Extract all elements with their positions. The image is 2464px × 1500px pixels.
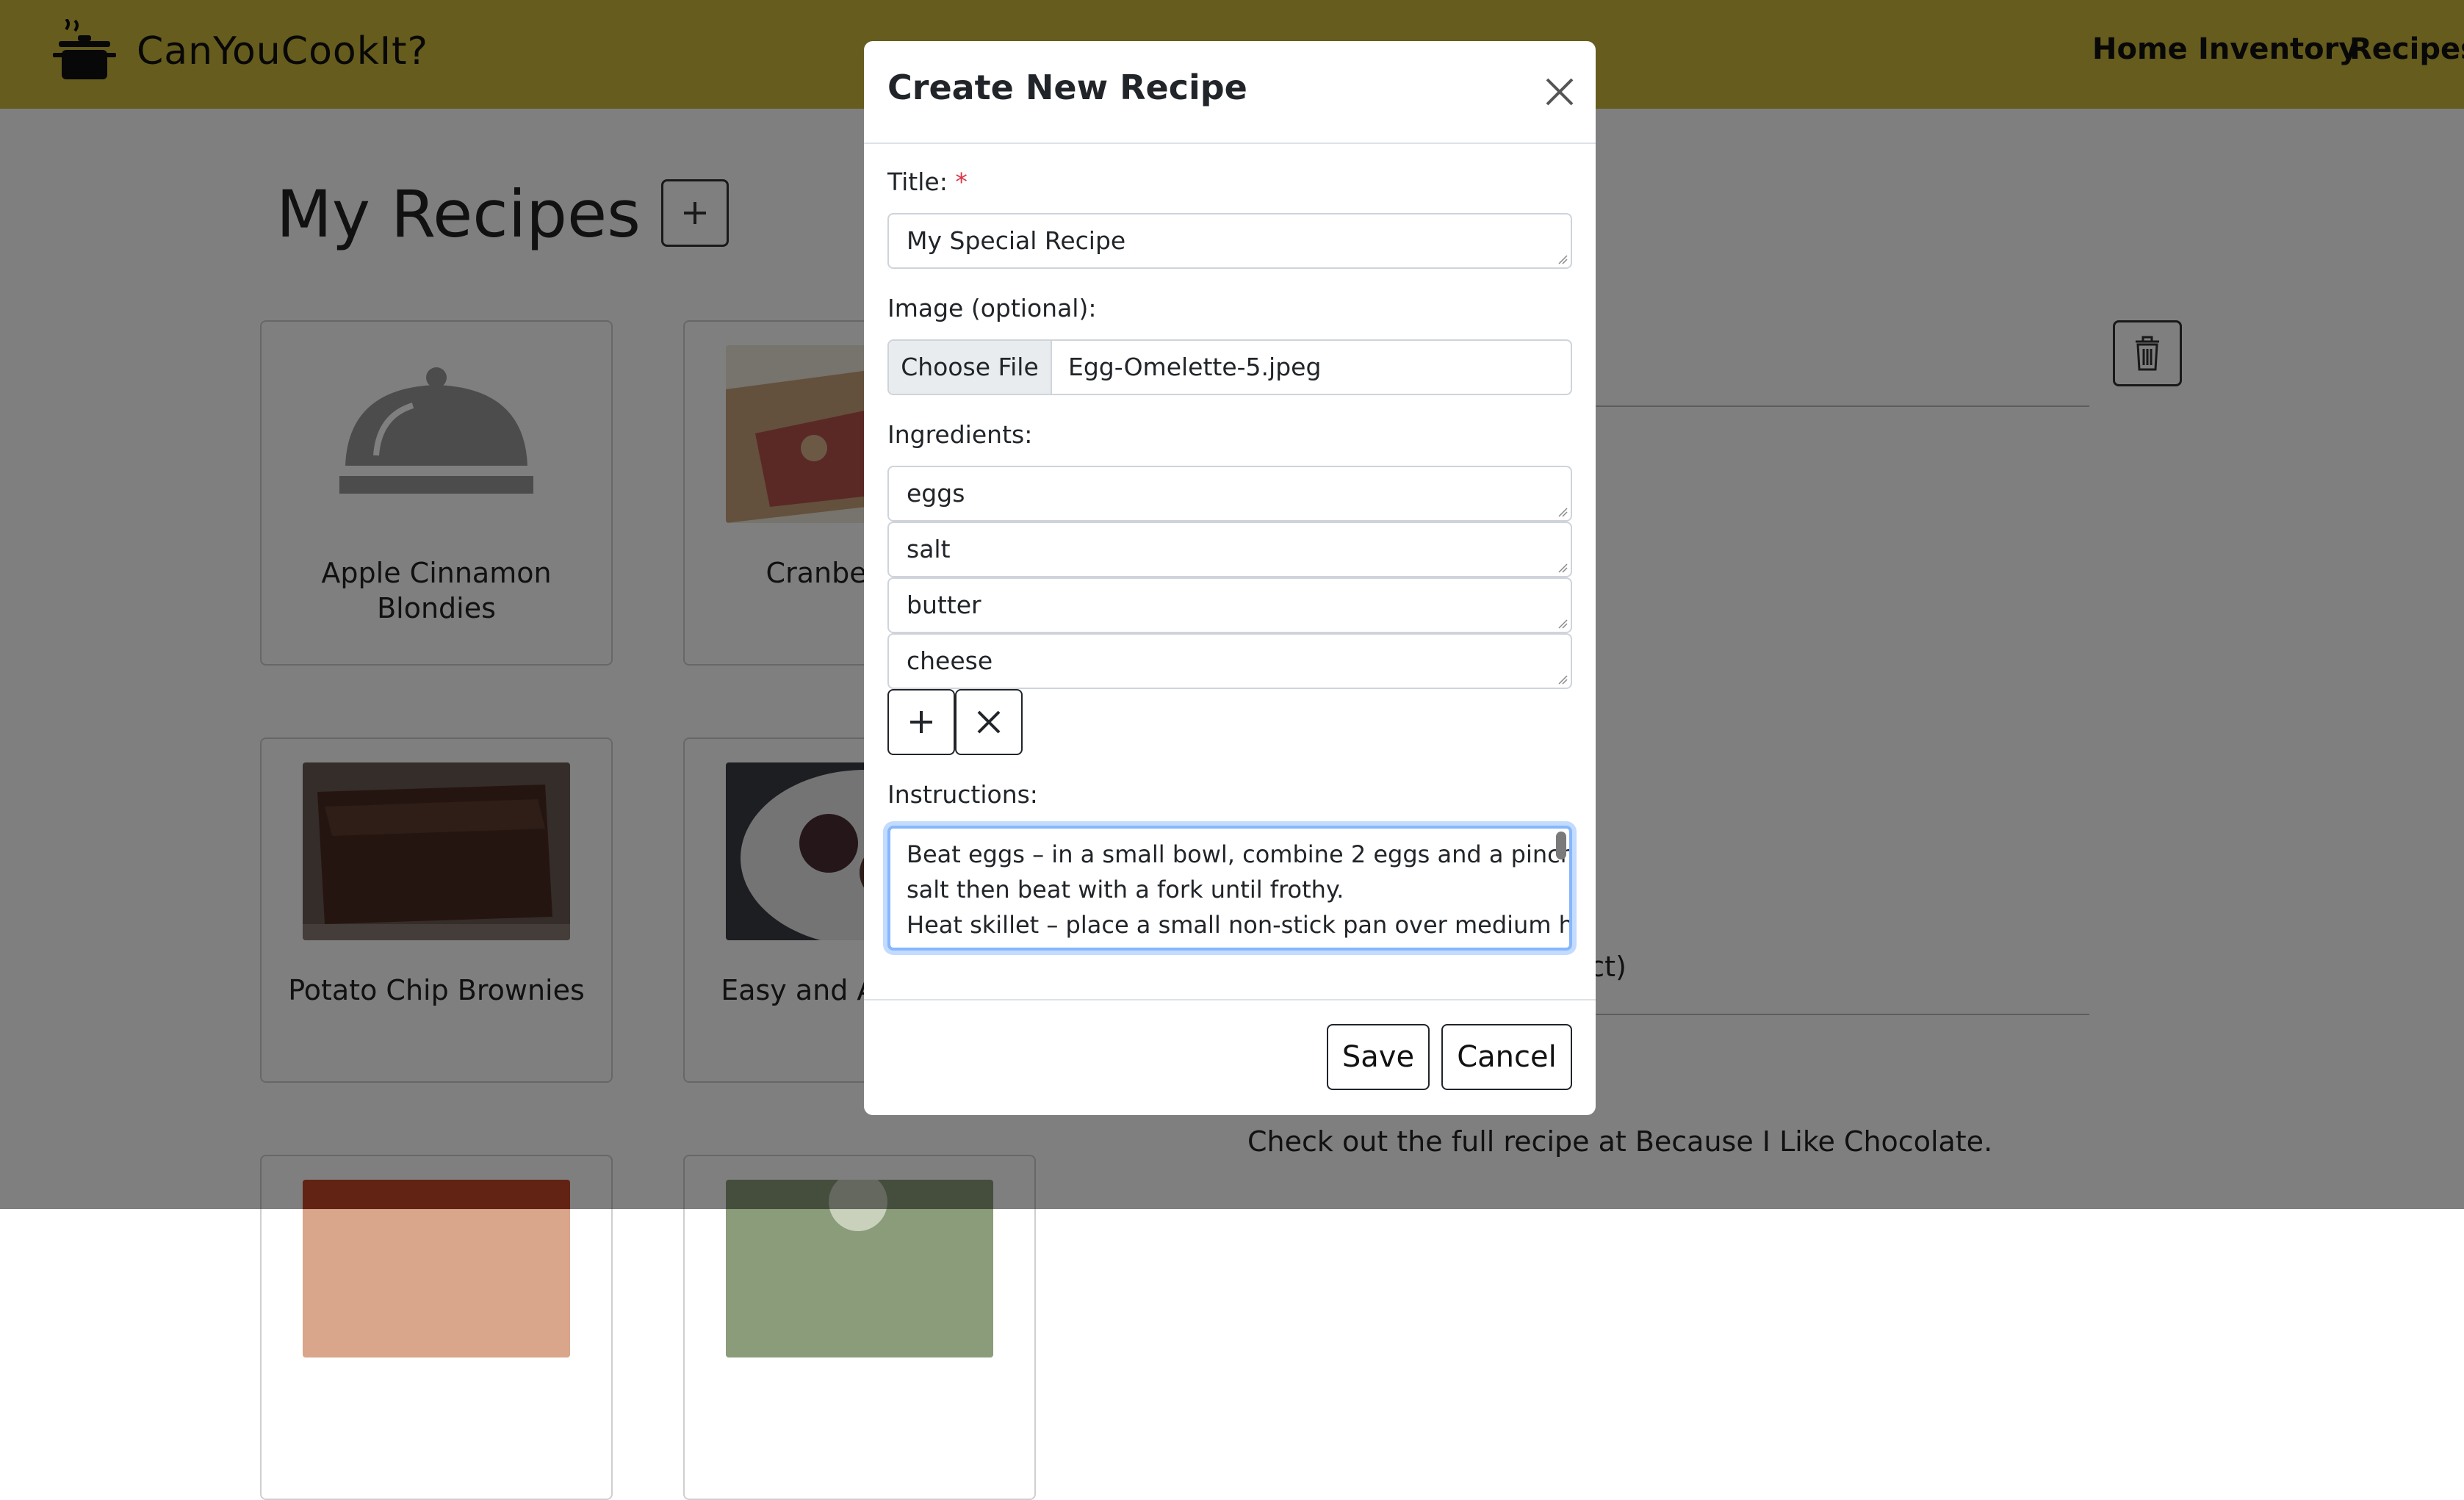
- choose-file-button[interactable]: Choose File: [889, 341, 1052, 394]
- title-label: Title: *: [887, 167, 968, 196]
- title-input-value: My Special Recipe: [907, 226, 1126, 255]
- resize-grip-icon[interactable]: [1557, 563, 1568, 573]
- instructions-line: salt then beat with a fork until frothy.: [907, 876, 1344, 904]
- instructions-line: Heat skillet – place a small non-stick p…: [907, 911, 1572, 939]
- ingredients-label: Ingredients:: [887, 420, 1033, 449]
- instructions-label: Instructions:: [887, 780, 1038, 809]
- modal-footer: Save Cancel: [864, 999, 1596, 1115]
- image-file-input[interactable]: Choose File Egg-Omelette-5.jpeg: [887, 339, 1572, 395]
- title-input[interactable]: My Special Recipe: [887, 213, 1572, 269]
- cancel-button[interactable]: Cancel: [1441, 1024, 1572, 1090]
- modal-header: Create New Recipe: [864, 41, 1596, 144]
- save-button[interactable]: Save: [1327, 1024, 1430, 1090]
- ingredient-value: salt: [907, 535, 951, 563]
- resize-grip-icon[interactable]: [1557, 254, 1568, 264]
- instructions-textarea[interactable]: Beat eggs – in a small bowl, combine 2 e…: [887, 826, 1572, 951]
- ingredient-input[interactable]: eggs: [887, 466, 1572, 522]
- create-recipe-modal: Create New Recipe Title: * My Special Re…: [864, 41, 1596, 1115]
- resize-grip-icon[interactable]: [1557, 507, 1568, 517]
- resize-grip-icon[interactable]: [1557, 674, 1568, 685]
- x-icon: [977, 710, 1001, 734]
- ingredient-input[interactable]: salt: [887, 522, 1572, 577]
- ingredient-value: butter: [907, 591, 981, 619]
- file-name: Egg-Omelette-5.jpeg: [1068, 353, 1322, 381]
- remove-ingredient-button[interactable]: [955, 689, 1023, 755]
- ingredient-value: cheese: [907, 646, 993, 675]
- ingredient-input[interactable]: cheese: [887, 633, 1572, 689]
- ingredient-value: eggs: [907, 479, 965, 508]
- instructions-scrollbar[interactable]: [1556, 832, 1566, 859]
- title-label-text: Title:: [887, 167, 948, 196]
- add-ingredient-button[interactable]: [887, 689, 955, 755]
- modal-title: Create New Recipe: [887, 68, 1247, 107]
- instructions-line: Beat eggs – in a small bowl, combine 2 e…: [907, 840, 1572, 868]
- resize-grip-icon[interactable]: [1557, 619, 1568, 629]
- image-label: Image (optional):: [887, 294, 1097, 322]
- required-marker: *: [955, 167, 968, 196]
- plus-icon: [910, 711, 932, 733]
- close-icon[interactable]: [1540, 72, 1579, 112]
- ingredient-input[interactable]: butter: [887, 577, 1572, 633]
